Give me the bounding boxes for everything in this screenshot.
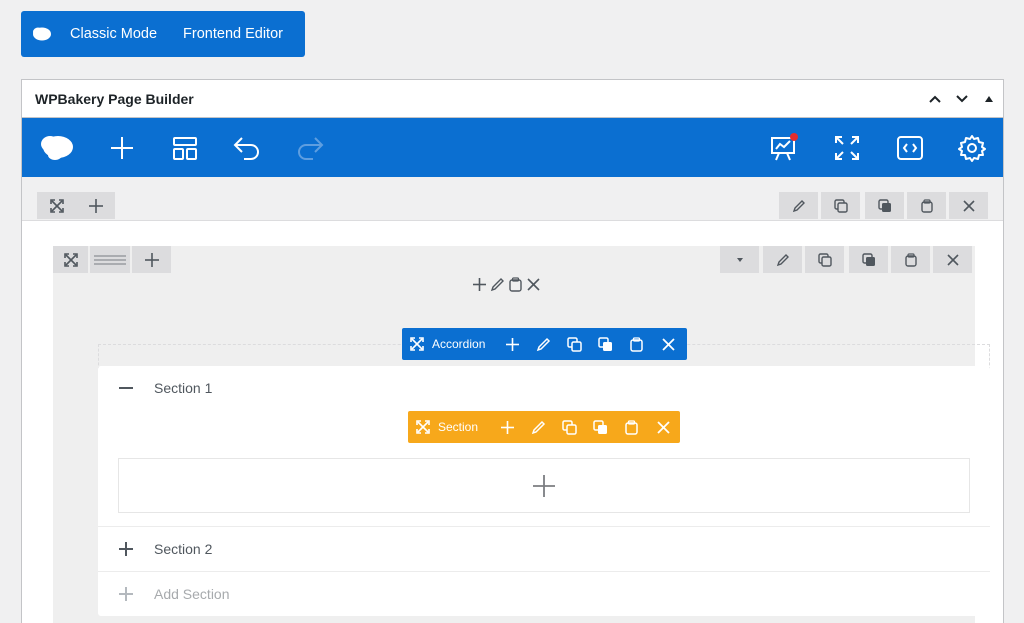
add-section-plus-icon[interactable] [98,587,154,601]
mini-edit-icon[interactable] [490,277,505,292]
accordion-section-header[interactable]: Section 2 [98,527,990,571]
fullscreen-icon[interactable] [827,128,867,168]
redo-icon[interactable] [290,128,330,168]
accordion-copy-icon[interactable] [590,336,621,352]
column-layout-icon[interactable] [90,246,130,273]
accordion-delete-icon[interactable] [652,337,685,352]
column-clone-icon[interactable] [805,246,844,273]
accordion-add-icon[interactable] [496,337,528,352]
section-add-element-area[interactable] [118,458,970,513]
builder-content: Accordion Section 1 Section Section 2 Ad… [22,177,1003,623]
add-element-plus-icon[interactable] [532,474,556,498]
section-label: Section [438,420,479,434]
custom-code-icon[interactable] [890,128,930,168]
classic-mode-button[interactable]: Classic Mode [61,11,170,57]
section-copy-icon[interactable] [585,419,616,435]
add-element-icon[interactable] [102,128,142,168]
accordion-clone-icon[interactable] [559,336,590,352]
postbox-header: WPBakery Page Builder [22,80,1003,118]
undo-icon[interactable] [227,128,267,168]
settings-gear-icon[interactable] [952,128,992,168]
mini-paste-icon[interactable] [508,277,523,292]
column-delete-icon[interactable] [933,246,972,273]
row-controls [22,177,1003,221]
row-paste-icon[interactable] [907,192,946,219]
row-add-icon[interactable] [76,192,115,219]
accordion-element: Section 1 Section Section 2 Add Section [98,366,990,616]
column-add-icon[interactable] [132,246,171,273]
section-toolbar: Section [408,411,680,443]
section-drag-icon[interactable] [408,420,438,434]
mini-add-icon[interactable] [472,277,487,292]
column-toggle-icon[interactable] [720,246,759,273]
column-copy-icon[interactable] [849,246,888,273]
move-up-icon[interactable] [925,89,945,109]
templates-icon[interactable] [165,128,205,168]
section-title[interactable]: Section 1 [154,380,212,396]
row-delete-icon[interactable] [949,192,988,219]
element-mini-controls [472,277,541,292]
seo-insights-icon[interactable] [764,128,804,168]
editor-mode-bar: Classic Mode Frontend Editor [21,11,305,57]
move-down-icon[interactable] [952,89,972,109]
accordion-toolbar: Accordion [402,328,687,360]
row-copy-icon[interactable] [865,192,904,219]
section-clone-icon[interactable] [554,419,585,435]
collapse-minus-icon[interactable] [98,387,154,389]
expand-plus-icon[interactable] [98,542,154,556]
column-drag-icon[interactable] [53,246,88,273]
column-edit-icon[interactable] [763,246,802,273]
row-body: Accordion Section 1 Section Section 2 Ad… [22,221,1003,623]
mini-delete-icon[interactable] [526,277,541,292]
column: Accordion Section 1 Section Section 2 Ad… [53,246,990,623]
section-delete-icon[interactable] [647,420,680,435]
wpbakery-postbox: WPBakery Page Builder Accordion Section … [21,79,1004,623]
row-drag-icon[interactable] [37,192,76,219]
wpbakery-logo-icon[interactable] [37,128,77,168]
section-add-icon[interactable] [491,420,523,435]
row-edit-icon[interactable] [779,192,818,219]
column-paste-icon[interactable] [891,246,930,273]
row-clone-icon[interactable] [821,192,860,219]
frontend-editor-button[interactable]: Frontend Editor [170,11,296,57]
section-edit-icon[interactable] [523,420,554,435]
section-title[interactable]: Section 2 [154,541,212,557]
accordion-section-header[interactable]: Section 1 [98,366,990,410]
accordion-paste-icon[interactable] [621,336,652,352]
add-section-button[interactable]: Add Section [98,572,990,616]
wpbakery-logo-icon [23,26,61,42]
builder-toolbar [22,118,1003,177]
accordion-edit-icon[interactable] [528,337,559,352]
toggle-panel-icon[interactable] [979,89,999,109]
section-paste-icon[interactable] [616,419,647,435]
add-section-label[interactable]: Add Section [154,586,230,602]
accordion-label: Accordion [432,337,486,351]
postbox-title: WPBakery Page Builder [35,90,194,107]
accordion-drag-icon[interactable] [402,337,432,351]
